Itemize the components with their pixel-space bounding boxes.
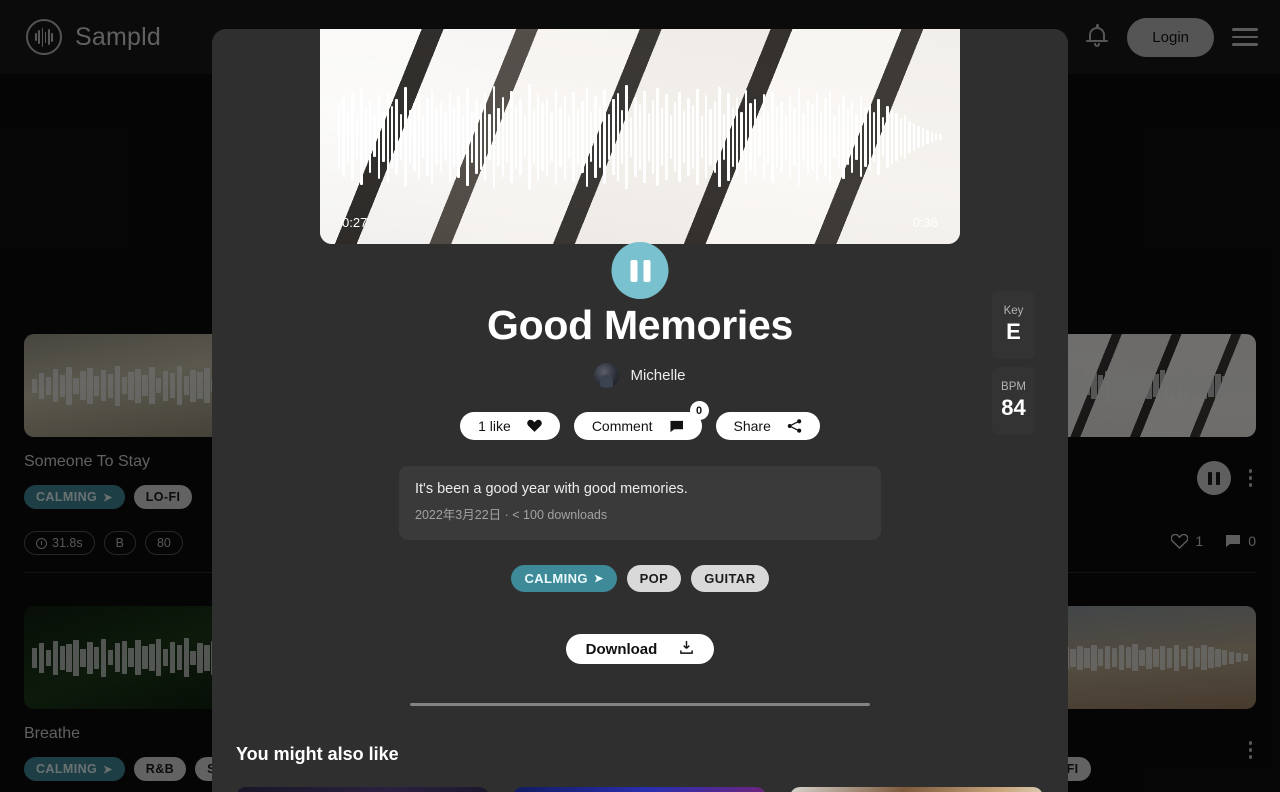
section-heading-also-like: You might also like bbox=[236, 744, 399, 764]
track-detail-modal: 0:27 0:36 Good Memories Michelle 1 like … bbox=[212, 29, 1068, 792]
comment-label: Comment bbox=[591, 418, 653, 434]
page-title: Good Memories bbox=[487, 302, 793, 348]
key-label: Key bbox=[1003, 305, 1024, 317]
modal-tag-row: CALMING ➤ POP GUITAR bbox=[212, 565, 1068, 592]
comment-button[interactable]: Comment 0 bbox=[573, 401, 709, 440]
bpm-panel: BPM 84 bbox=[992, 367, 1035, 435]
heart-icon bbox=[527, 419, 542, 433]
recommendation-card[interactable] bbox=[790, 787, 1043, 792]
audio-player[interactable]: 0:27 0:36 bbox=[320, 29, 960, 244]
comment-count-badge: 0 bbox=[689, 401, 709, 420]
description-text: It's been a good year with good memories… bbox=[415, 481, 688, 497]
download-row: Download bbox=[212, 634, 1068, 664]
waveform[interactable] bbox=[338, 82, 942, 192]
key-panel: Key E bbox=[992, 291, 1035, 359]
tag-guitar[interactable]: GUITAR bbox=[691, 565, 769, 592]
tag-label: CALMING bbox=[524, 571, 588, 586]
pause-icon bbox=[630, 259, 637, 282]
tag-pop[interactable]: POP bbox=[626, 565, 682, 592]
tag-calming[interactable]: CALMING ➤ bbox=[511, 565, 617, 592]
section-divider bbox=[410, 703, 870, 706]
leaf-icon: ➤ bbox=[593, 573, 604, 585]
recommendation-card[interactable] bbox=[236, 787, 489, 792]
comment-bubble-icon bbox=[669, 420, 684, 433]
download-label: Download bbox=[585, 640, 658, 658]
play-pause-button[interactable] bbox=[611, 242, 669, 299]
artist-row[interactable]: Michelle bbox=[212, 363, 1068, 388]
share-button[interactable]: Share bbox=[715, 412, 820, 440]
like-button[interactable]: 1 like bbox=[460, 412, 560, 440]
share-label: Share bbox=[733, 418, 771, 434]
download-button[interactable]: Download bbox=[565, 634, 715, 664]
description-meta: 2022年3月22日 · < 100 downloads bbox=[415, 508, 608, 522]
key-value: E bbox=[1006, 319, 1021, 344]
like-label: 1 like bbox=[478, 418, 511, 434]
recommendations-grid bbox=[236, 787, 1068, 792]
download-icon bbox=[679, 640, 694, 659]
bpm-label: BPM bbox=[1001, 381, 1026, 393]
recommendation-card[interactable] bbox=[513, 787, 766, 792]
app-root: Sampld Login Someone To Stay bbox=[0, 0, 1280, 792]
total-time: 0:36 bbox=[912, 215, 938, 230]
current-time: 0:27 bbox=[342, 215, 368, 230]
action-buttons: 1 like Comment 0 Share bbox=[212, 401, 1068, 440]
artist-name: Michelle bbox=[630, 367, 686, 384]
description-box: It's been a good year with good memories… bbox=[399, 466, 881, 540]
bpm-value: 84 bbox=[1001, 395, 1026, 420]
avatar bbox=[594, 363, 620, 388]
share-icon bbox=[787, 419, 802, 433]
